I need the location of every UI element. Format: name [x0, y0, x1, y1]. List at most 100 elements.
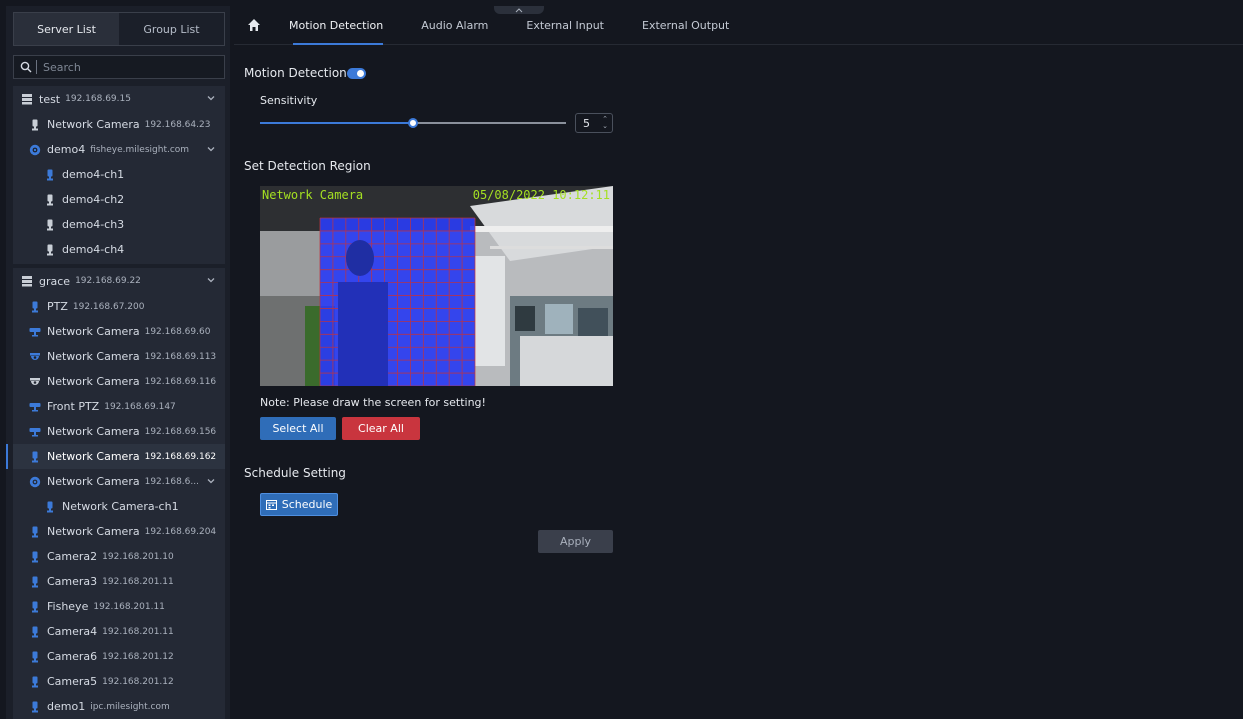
device-name: Camera4	[47, 625, 98, 638]
device-row[interactable]: Camera6 192.168.201.12	[13, 644, 225, 669]
device-row[interactable]: Camera4 192.168.201.11	[13, 619, 225, 644]
device-ip: 192.168.69.147	[104, 401, 176, 412]
bullet-camera-icon	[29, 551, 41, 563]
channel-row[interactable]: demo4-ch3	[13, 212, 225, 237]
tab-external-output[interactable]: External Output	[634, 6, 737, 45]
channel-name: Network Camera-ch1	[62, 500, 179, 513]
clear-all-button[interactable]: Clear All	[342, 417, 420, 440]
bullet-camera-icon	[44, 501, 56, 513]
sensitivity-handle[interactable]	[408, 118, 418, 128]
device-row[interactable]: Camera2 192.168.201.10	[13, 544, 225, 569]
device-row-demo4[interactable]: demo4 fisheye.milesight.com	[13, 137, 225, 162]
device-name: demo1	[47, 700, 86, 713]
apply-button[interactable]: Apply	[538, 530, 613, 553]
schedule-setting-title: Schedule Setting	[244, 466, 346, 480]
motion-detection-toggle[interactable]	[347, 68, 366, 79]
sensitivity-stepper[interactable]: 5 ⌃ ⌄	[575, 113, 613, 133]
camera-preview[interactable]: Network Camera 05/08/2022 10:12:11	[260, 186, 613, 386]
server-ip: 192.168.69.22	[75, 276, 141, 286]
home-icon[interactable]	[247, 18, 261, 32]
server-icon	[21, 93, 33, 105]
device-name: Front PTZ	[47, 400, 100, 413]
motion-detection-title: Motion Detection	[244, 66, 347, 80]
stepper-arrows-icon[interactable]: ⌃ ⌄	[602, 116, 608, 130]
device-name: Network Camera	[47, 450, 140, 463]
device-row[interactable]: Network Camera 192.168.64.23	[13, 112, 225, 137]
bullet-camera-icon	[44, 194, 56, 206]
sensitivity-slider[interactable]	[260, 118, 566, 128]
device-name: Camera6	[47, 650, 98, 663]
channel-row[interactable]: demo4-ch4	[13, 237, 225, 262]
device-row[interactable]: Camera3 192.168.201.11	[13, 569, 225, 594]
device-row[interactable]: Network Camera 192.168.6...	[13, 469, 225, 494]
select-all-button[interactable]: Select All	[260, 417, 336, 440]
device-ip: 192.168.6...	[144, 476, 199, 487]
device-name: Fisheye	[47, 600, 89, 613]
device-ip: fisheye.milesight.com	[90, 144, 190, 155]
channel-row[interactable]: demo4-ch1	[13, 162, 225, 187]
channel-row[interactable]: demo4-ch2	[13, 187, 225, 212]
device-ip: 192.168.201.11	[102, 626, 174, 637]
chevron-down-icon[interactable]	[206, 144, 216, 154]
bullet-camera-icon	[44, 169, 56, 181]
device-name: Network Camera	[47, 350, 140, 363]
channel-row[interactable]: Network Camera-ch1	[13, 494, 225, 519]
device-name: Network Camera	[47, 475, 140, 488]
channel-name: demo4-ch4	[62, 243, 125, 256]
tab-motion-detection[interactable]: Motion Detection	[281, 6, 391, 45]
region-note: Note: Please draw the screen for setting…	[260, 396, 486, 409]
top-nav: Motion Detection Audio Alarm External In…	[234, 6, 1243, 45]
tab-group-list[interactable]: Group List	[119, 13, 224, 45]
server-row-test[interactable]: test 192.168.69.15	[13, 86, 225, 112]
dome-camera-icon	[29, 376, 41, 388]
device-row[interactable]: Network Camera 192.168.69.204	[13, 519, 225, 544]
schedule-button-label: Schedule	[281, 498, 333, 511]
bullet-camera-icon	[29, 526, 41, 538]
chevron-down-icon[interactable]	[206, 275, 216, 285]
search-input[interactable]	[43, 60, 223, 74]
device-name: Network Camera	[47, 118, 140, 131]
fisheye-camera-icon	[29, 144, 41, 156]
tab-external-input[interactable]: External Input	[518, 6, 612, 45]
box-camera-icon	[29, 326, 41, 338]
search-divider	[36, 60, 37, 74]
device-row[interactable]: Network Camera 192.168.69.113	[13, 344, 225, 369]
ptz-camera-icon	[29, 301, 41, 313]
main-panel: Motion Detection Audio Alarm External In…	[234, 6, 1243, 719]
device-name: Network Camera	[47, 425, 140, 438]
device-row[interactable]: Front PTZ 192.168.69.147	[13, 394, 225, 419]
chevron-down-icon[interactable]	[206, 93, 216, 103]
osd-timestamp: 05/08/2022 10:12:11	[472, 188, 610, 202]
device-ip: 192.168.69.116	[144, 376, 217, 387]
box-camera-icon	[29, 426, 41, 438]
device-ip: 192.168.69.204	[144, 526, 217, 537]
server-row-grace[interactable]: grace 192.168.69.22	[13, 268, 225, 294]
device-ip: 192.168.69.113	[144, 351, 217, 362]
server-icon	[21, 275, 33, 287]
device-row[interactable]: Network Camera 192.168.69.60	[13, 319, 225, 344]
bullet-camera-icon	[29, 676, 41, 688]
device-row[interactable]: PTZ 192.168.67.200	[13, 294, 225, 319]
tab-server-list[interactable]: Server List	[14, 13, 119, 45]
channel-name: demo4-ch1	[62, 168, 125, 181]
device-row[interactable]: Network Camera 192.168.69.116	[13, 369, 225, 394]
device-row-selected[interactable]: Network Camera 192.168.69.162	[6, 444, 225, 469]
device-row[interactable]: Fisheye 192.168.201.11	[13, 594, 225, 619]
chevron-down-icon[interactable]	[206, 476, 216, 486]
channel-name: demo4-ch3	[62, 218, 125, 231]
device-ip: 192.168.69.60	[144, 326, 211, 337]
camera-scene-image	[260, 186, 613, 386]
bullet-camera-icon	[44, 244, 56, 256]
device-name: Network Camera	[47, 375, 140, 388]
tab-audio-alarm[interactable]: Audio Alarm	[413, 6, 496, 45]
schedule-button[interactable]: Schedule	[260, 493, 338, 516]
device-row[interactable]: Camera5 192.168.201.12	[13, 669, 225, 694]
device-sidebar: Server List Group List test 192.168.69.1…	[6, 6, 230, 719]
server-name: grace	[39, 274, 71, 288]
bullet-camera-icon	[29, 701, 41, 713]
device-name: Network Camera	[47, 325, 140, 338]
server-group-grace: grace 192.168.69.22 PTZ 192.168.67.200 N…	[6, 268, 225, 719]
dome-camera-icon	[29, 351, 41, 363]
device-row[interactable]: demo1 ipc.milesight.com	[13, 694, 225, 719]
device-row[interactable]: Network Camera 192.168.69.156	[13, 419, 225, 444]
